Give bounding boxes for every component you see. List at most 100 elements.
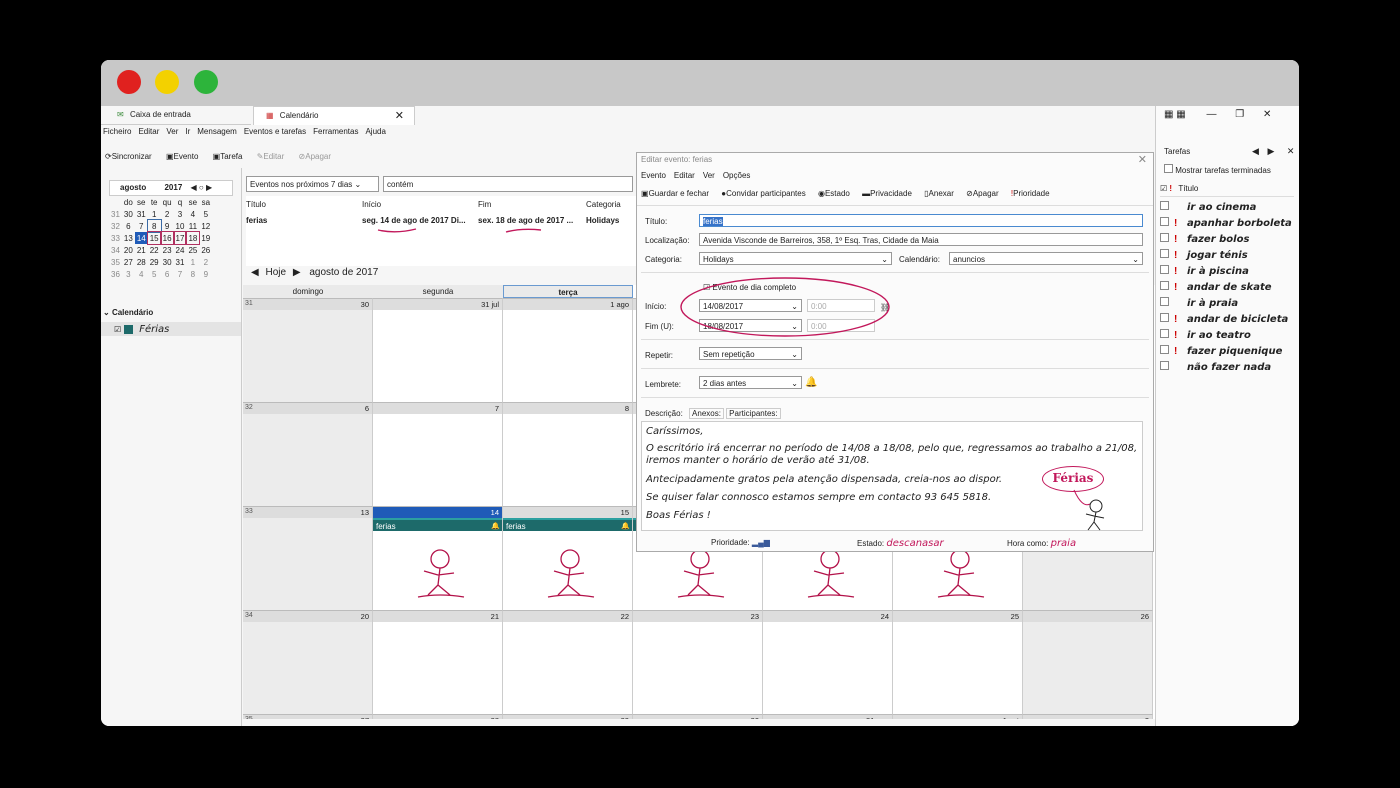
prev-month-icon[interactable]: ◀ xyxy=(191,183,197,192)
delete-event-button[interactable]: Apagar xyxy=(973,189,999,198)
day-cell[interactable]: 1 set xyxy=(893,714,1023,719)
task-item[interactable]: ! andar de bicicleta xyxy=(1160,312,1298,328)
task-checkbox[interactable] xyxy=(1160,217,1169,226)
day-cell[interactable]: 24 xyxy=(763,610,893,714)
event-search-input[interactable]: contém xyxy=(383,176,633,192)
week-number[interactable]: 35 xyxy=(245,716,253,719)
event-chip-ferias[interactable]: ferias 🔔 xyxy=(503,518,632,531)
day-cell[interactable]: 31 jul xyxy=(373,298,503,402)
task-checkbox[interactable] xyxy=(1160,329,1169,338)
task-checkbox[interactable] xyxy=(1160,361,1169,370)
calendar-mode-icon[interactable]: ▦ xyxy=(1164,109,1173,120)
day-cell[interactable]: 2735 xyxy=(243,714,373,719)
day-cell[interactable]: 26 xyxy=(1023,610,1153,714)
day-cell[interactable]: 21 xyxy=(373,610,503,714)
task-item[interactable]: ! andar de skate xyxy=(1160,280,1298,296)
col-start[interactable]: Início xyxy=(362,200,381,209)
repeat-select[interactable]: Sem repetição ⌄ xyxy=(699,347,802,360)
task-checkbox[interactable] xyxy=(1160,233,1169,242)
calendar-item-ferias[interactable]: ☑ Férias xyxy=(101,322,241,336)
day-cell[interactable]: 7 xyxy=(373,402,503,506)
delete-button[interactable]: Apagar xyxy=(305,152,331,161)
day-cell[interactable]: 13 33 xyxy=(243,506,373,610)
menu-edit[interactable]: Editar xyxy=(138,127,159,136)
event-chip-ferias[interactable]: ferias 🔔 xyxy=(373,518,502,531)
task-item[interactable]: ir ao cinema xyxy=(1160,200,1298,216)
minimize-icon[interactable]: — xyxy=(1206,109,1216,120)
close-icon[interactable]: ✕ xyxy=(1263,109,1271,120)
priority-button[interactable]: Prioridade xyxy=(1013,189,1049,198)
tab-inbox[interactable]: ✉ Caixa de entrada xyxy=(101,106,251,125)
week-number[interactable]: 33 xyxy=(245,508,253,515)
day-cell[interactable]: 31 ago xyxy=(763,714,893,719)
new-event-button[interactable]: Evento xyxy=(174,152,199,161)
dialog-menu-edit[interactable]: Editar xyxy=(674,171,695,180)
task-item[interactable]: ! ir ao teatro xyxy=(1160,328,1298,344)
col-title[interactable]: Título xyxy=(246,200,266,209)
calendar-checkbox-icon[interactable]: ☑ xyxy=(114,325,121,334)
day-cell[interactable]: 28 xyxy=(373,714,503,719)
day-cell[interactable]: 25 xyxy=(893,610,1023,714)
task-checkbox[interactable] xyxy=(1160,313,1169,322)
minimize-window-button[interactable] xyxy=(155,70,179,94)
task-item[interactable]: ! jogar ténis xyxy=(1160,248,1298,264)
menu-help[interactable]: Ajuda xyxy=(365,127,385,136)
tasks-prev-icon[interactable]: ◀ xyxy=(1252,146,1259,156)
task-mode-icon[interactable]: ▦ xyxy=(1176,109,1185,120)
day-cell[interactable]: 8 xyxy=(503,402,633,506)
today-button[interactable]: Hoje xyxy=(265,267,286,278)
event-row-title[interactable]: ferias xyxy=(246,216,267,225)
title-input[interactable]: ferias xyxy=(699,214,1143,227)
tasks-next-icon[interactable]: ▶ xyxy=(1267,146,1274,156)
menu-go[interactable]: Ir xyxy=(185,127,190,136)
task-checkbox[interactable] xyxy=(1160,249,1169,258)
restore-icon[interactable]: ❐ xyxy=(1235,109,1244,120)
minical-year[interactable]: 2017 xyxy=(164,183,182,192)
show-done-toggle[interactable]: Mostrar tarefas terminadas xyxy=(1164,164,1271,175)
task-checkbox[interactable] xyxy=(1160,281,1169,290)
next-month-icon[interactable]: ▶ xyxy=(206,183,212,192)
tab-participants[interactable]: Participantes: xyxy=(726,408,781,419)
show-done-checkbox[interactable] xyxy=(1164,164,1173,173)
task-checkbox[interactable] xyxy=(1160,201,1169,210)
day-cell[interactable]: 22 xyxy=(503,610,633,714)
task-item[interactable]: não fazer nada xyxy=(1160,360,1298,376)
minical-month[interactable]: agosto xyxy=(120,183,146,192)
save-close-button[interactable]: Guardar e fechar xyxy=(649,189,709,198)
description-editor[interactable]: Caríssimos, O escritório irá encerrar no… xyxy=(641,421,1143,531)
edit-button[interactable]: Editar xyxy=(263,152,284,161)
task-checkbox[interactable] xyxy=(1160,265,1169,274)
attach-button[interactable]: Anexar xyxy=(929,189,954,198)
reminder-select[interactable]: 2 dias antes ⌄ xyxy=(699,376,802,389)
day-cell[interactable]: 20 34 xyxy=(243,610,373,714)
tab-attachments[interactable]: Anexos: xyxy=(689,408,724,419)
calendars-section-header[interactable]: ⌄ Calendário xyxy=(103,308,153,317)
calendar-select[interactable]: anuncios ⌄ xyxy=(949,252,1143,265)
next-period-icon[interactable]: ▶ xyxy=(293,267,301,278)
close-tab-icon[interactable]: ✕ xyxy=(395,107,404,125)
maximize-window-button[interactable] xyxy=(194,70,218,94)
tasks-column-header[interactable]: ☑ ! Título xyxy=(1160,184,1294,197)
new-task-button[interactable]: Tarefa xyxy=(220,152,242,161)
day-cell[interactable]: 30 xyxy=(633,714,763,719)
status-button[interactable]: Estado xyxy=(825,189,850,198)
day-cell[interactable]: 6 32 xyxy=(243,402,373,506)
tab-calendar[interactable]: ▦ Calendário ✕ xyxy=(253,106,415,125)
tasks-close-icon[interactable]: ✕ xyxy=(1287,146,1295,156)
menu-tools[interactable]: Ferramentas xyxy=(313,127,358,136)
day-cell[interactable]: 1 ago xyxy=(503,298,633,402)
today-icon[interactable]: ○ xyxy=(199,183,204,192)
day-cell[interactable]: 15 ferias 🔔 xyxy=(503,506,633,610)
day-cell[interactable]: 2 xyxy=(1023,714,1153,719)
location-input[interactable]: Avenida Visconde de Barreiros, 358, 1º E… xyxy=(699,233,1143,246)
task-checkbox[interactable] xyxy=(1160,297,1169,306)
prev-period-icon[interactable]: ◀ xyxy=(251,267,259,278)
task-item[interactable]: ir à praia xyxy=(1160,296,1298,312)
invite-button[interactable]: Convidar participantes xyxy=(726,189,806,198)
task-item[interactable]: ! apanhar borboleta xyxy=(1160,216,1298,232)
privacy-button[interactable]: Privacidade xyxy=(870,189,912,198)
tab-description[interactable]: Descrição: xyxy=(645,409,683,418)
week-number[interactable]: 34 xyxy=(245,612,253,619)
col-end[interactable]: Fim xyxy=(478,200,491,209)
menu-view[interactable]: Ver xyxy=(166,127,178,136)
